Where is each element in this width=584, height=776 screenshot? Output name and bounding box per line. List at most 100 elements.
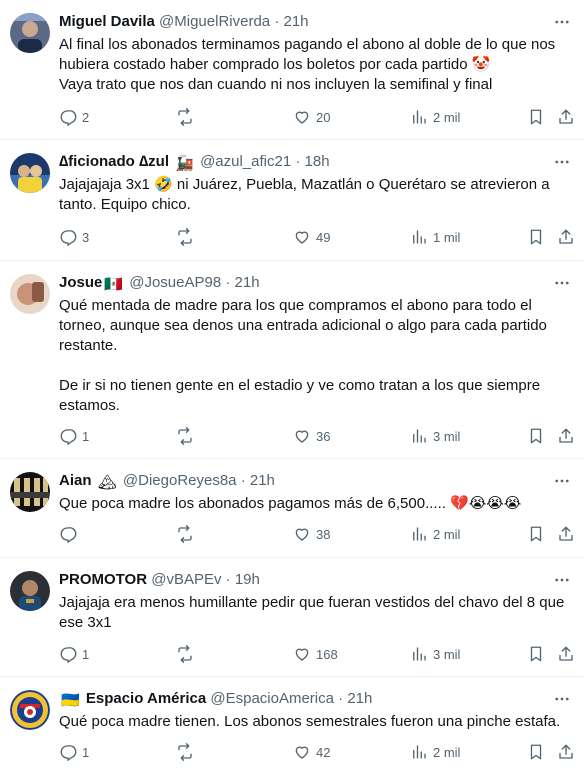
avatar[interactable] (10, 153, 50, 193)
tweet[interactable]: Aian 🏔 @DiegoReyes8a · 21h Que poca madr… (0, 459, 584, 558)
views-button[interactable]: 2 mil (410, 105, 460, 129)
like-button[interactable]: 36 (293, 424, 330, 448)
like-button[interactable]: 20 (293, 105, 330, 129)
more-icon[interactable] (550, 10, 574, 34)
share-icon (559, 744, 573, 759)
avatar[interactable] (10, 13, 50, 53)
user-name[interactable]: Espacio América (86, 690, 206, 707)
tweet-header: Josue 🇲🇽 @JosueAP98 · 21h (59, 273, 534, 293)
timestamp[interactable]: 18h (305, 153, 330, 170)
bookmark-icon (530, 646, 542, 662)
bookmark-button[interactable] (527, 225, 545, 249)
share-button[interactable] (557, 424, 575, 448)
views-button[interactable]: 2 mil (410, 522, 460, 546)
user-handle[interactable]: @azul_afic21 (200, 153, 291, 170)
user-name[interactable]: Aian (59, 472, 92, 489)
reply-button[interactable]: 1 (59, 740, 89, 764)
timestamp[interactable]: 19h (235, 571, 260, 588)
views-button[interactable]: 2 mil (410, 740, 460, 764)
views-button[interactable]: 3 mil (410, 642, 460, 666)
ukraine-flag-emoji: 🇺🇦 (61, 692, 80, 709)
more-icon[interactable] (550, 271, 574, 295)
bookmark-icon (530, 428, 542, 444)
share-button[interactable] (557, 642, 575, 666)
bookmark-button[interactable] (527, 740, 545, 764)
views-icon (413, 110, 426, 124)
tweet-header: Miguel Davila @MiguelRiverda · 21h (59, 12, 534, 32)
user-name[interactable]: Miguel Davila (59, 13, 155, 30)
reply-button[interactable]: 3 (59, 225, 89, 249)
like-button[interactable]: 38 (293, 522, 330, 546)
timestamp[interactable]: 21h (235, 274, 260, 291)
more-icon[interactable] (550, 687, 574, 711)
retweet-button[interactable] (176, 225, 199, 249)
tweet[interactable]: Josue 🇲🇽 @JosueAP98 · 21h Qué mentada de … (0, 261, 584, 459)
tweet[interactable]: Miguel Davila @MiguelRiverda · 21h Al fi… (0, 0, 584, 140)
retweet-button[interactable] (176, 642, 199, 666)
bookmark-button[interactable] (527, 642, 545, 666)
tweet-text: Jajajajaja 3x1 🤣 ni Juárez, Puebla, Maza… (59, 176, 554, 213)
bookmark-button[interactable] (527, 424, 545, 448)
views-button[interactable]: 1 mil (410, 225, 460, 249)
view-count: 3 mil (433, 428, 461, 444)
separator-dot: · (225, 571, 231, 588)
avatar[interactable] (10, 571, 50, 611)
bookmark-button[interactable] (527, 105, 545, 129)
user-name[interactable]: PROMOTOR (59, 571, 147, 588)
retweet-button[interactable] (176, 105, 199, 129)
avatar[interactable] (10, 472, 50, 512)
like-button[interactable]: 49 (293, 225, 330, 249)
views-icon (413, 647, 426, 661)
retweet-button[interactable] (176, 740, 199, 764)
tweet[interactable]: PROMOTOR @vBAPEv · 19h Jajajaja era meno… (0, 558, 584, 677)
separator-dot: · (240, 472, 246, 489)
reply-button[interactable]: 1 (59, 642, 89, 666)
views-button[interactable]: 3 mil (410, 424, 460, 448)
like-count: 36 (316, 428, 331, 444)
user-handle[interactable]: @vBAPEv (151, 571, 221, 588)
bookmark-button[interactable] (527, 522, 545, 546)
bookmark-icon (530, 109, 542, 125)
avatar[interactable] (10, 690, 50, 730)
retweet-button[interactable] (176, 424, 199, 448)
timestamp[interactable]: 21h (250, 472, 275, 489)
retweet-icon (178, 108, 192, 126)
timestamp[interactable]: 21h (283, 13, 308, 30)
like-icon (295, 111, 309, 124)
user-name[interactable]: Josue (59, 274, 102, 291)
more-icon[interactable] (550, 150, 574, 174)
share-button[interactable] (557, 225, 575, 249)
retweet-icon (178, 743, 192, 761)
timestamp[interactable]: 21h (347, 690, 372, 707)
user-handle[interactable]: @DiegoReyes8a (123, 472, 237, 489)
user-name[interactable]: ∆ficionado ∆zul (59, 153, 169, 170)
tweet[interactable]: 🇺🇦 Espacio América @EspacioAmerica · 21h… (0, 677, 584, 776)
retweet-button[interactable] (176, 522, 199, 546)
share-button[interactable] (557, 740, 575, 764)
user-handle[interactable]: @JosueAP98 (129, 274, 221, 291)
bookmark-icon (530, 526, 542, 542)
share-button[interactable] (557, 105, 575, 129)
reply-button[interactable]: 2 (59, 105, 89, 129)
like-icon (295, 648, 309, 661)
user-handle[interactable]: @EspacioAmerica (210, 690, 334, 707)
like-count: 49 (316, 229, 331, 245)
action-bar: 2 20 2 mil (0, 105, 584, 129)
reply-button[interactable] (59, 522, 82, 546)
reply-icon (60, 745, 77, 761)
separator-dot: · (338, 690, 344, 707)
tweet[interactable]: ∆ficionado ∆zul 🚂 @azul_afic21 · 18h Jaj… (0, 140, 584, 261)
more-icon[interactable] (550, 469, 574, 493)
tweet-text: Que poca madre los abonados pagamos más … (59, 495, 522, 512)
user-handle[interactable]: @MiguelRiverda (159, 13, 270, 30)
like-count: 42 (316, 744, 331, 760)
action-bar: 1 42 2 mil (0, 740, 584, 764)
reply-button[interactable]: 1 (59, 424, 89, 448)
avatar[interactable] (10, 274, 50, 314)
like-button[interactable]: 42 (293, 740, 330, 764)
share-button[interactable] (557, 522, 575, 546)
like-button[interactable]: 168 (293, 642, 338, 666)
more-icon[interactable] (550, 568, 574, 592)
tweet-text: Al final los abonados terminamos pagando… (59, 36, 556, 93)
views-icon (413, 429, 426, 443)
